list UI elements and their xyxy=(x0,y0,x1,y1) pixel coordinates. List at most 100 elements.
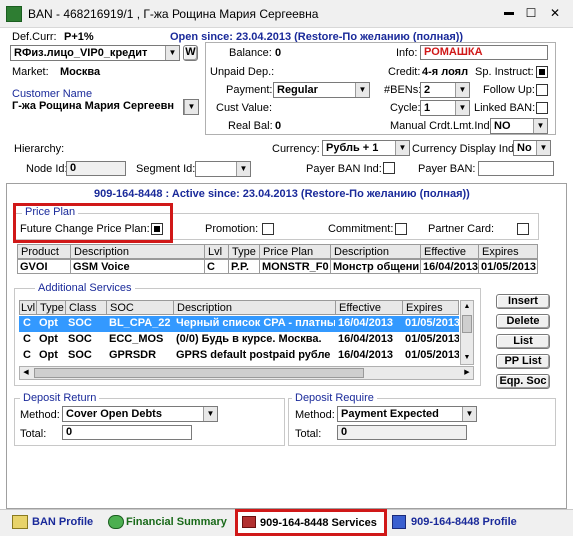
node-id-value: 0 xyxy=(70,162,77,174)
partner-card-checkbox[interactable] xyxy=(517,223,529,235)
manual-crdt-value: NO xyxy=(494,120,511,132)
scroll-thumb-h[interactable] xyxy=(34,368,364,378)
window-title: BAN - 468216919/1 , Г-жа Рощина Мария Се… xyxy=(28,7,319,21)
app-icon xyxy=(6,6,22,22)
payment-select[interactable]: Regular ▼ xyxy=(273,82,370,98)
pp-col-type: Type xyxy=(228,244,260,259)
promotion-label: Promotion: xyxy=(205,223,259,235)
tab-financial-summary-label: Financial Summary xyxy=(126,516,227,528)
as-col-description: Description xyxy=(173,300,336,315)
as-r0-class: SOC xyxy=(65,316,107,332)
payer-ban-field[interactable] xyxy=(478,161,554,176)
pp-cell-lvl: C xyxy=(204,259,229,274)
as-r2-lvl: C xyxy=(23,349,31,361)
eqp-soc-button[interactable]: Eqp. Soc xyxy=(496,374,550,389)
as-r0-effective: 16/04/2013 xyxy=(335,316,403,332)
pp-col-product: Product xyxy=(17,244,71,259)
deposit-return-method-label: Method: xyxy=(20,409,60,421)
list-button[interactable]: List xyxy=(496,334,550,349)
bens-select[interactable]: 2 ▼ xyxy=(420,82,470,98)
pp-cell-description-2: Монстр общени xyxy=(330,259,421,274)
vertical-scrollbar[interactable]: ▲ ▼ xyxy=(460,300,474,365)
pp-col-effective: Effective xyxy=(420,244,479,259)
node-id-label: Node Id: xyxy=(26,163,68,175)
deposit-return-title: Deposit Return xyxy=(20,392,100,404)
tab-profile[interactable]: 909-164-8448 Profile xyxy=(392,512,532,534)
as-r2-effective: 16/04/2013 xyxy=(338,349,394,361)
market-value: Москва xyxy=(60,66,101,78)
scroll-down-icon[interactable]: ▼ xyxy=(461,352,473,364)
maximize-button[interactable]: ☐ xyxy=(522,5,540,21)
as-r1-soc: ECC_MOS xyxy=(109,333,164,345)
w-button[interactable]: W xyxy=(183,45,198,61)
as-r2-soc: GPRSDR xyxy=(109,349,157,361)
deposit-require-total-field[interactable]: 0 xyxy=(337,425,467,440)
as-r0-soc: BL_CPA_22 xyxy=(106,316,174,332)
close-button[interactable]: ✕ xyxy=(546,5,564,21)
deposit-return-total-field[interactable]: 0 xyxy=(62,425,192,440)
bens-value: 2 xyxy=(424,84,431,96)
scroll-right-icon[interactable]: ▶ xyxy=(461,367,473,379)
cycle-select[interactable]: 1 ▼ xyxy=(420,100,470,116)
info-value: РОМАШКА xyxy=(424,46,483,58)
pp-col-lvl: Lvl xyxy=(204,244,229,259)
currency-display-select[interactable]: No ▼ xyxy=(513,140,551,156)
linked-ban-checkbox[interactable] xyxy=(536,102,548,114)
info-field[interactable]: РОМАШКА xyxy=(420,45,548,60)
manual-crdt-select[interactable]: NO ▼ xyxy=(490,118,548,134)
customer-name-select[interactable]: ▼ xyxy=(183,99,199,115)
chevron-down-icon: ▼ xyxy=(165,46,179,60)
deposit-require-total-label: Total: xyxy=(295,428,322,440)
scroll-left-icon[interactable]: ◀ xyxy=(20,367,32,379)
tab-financial-summary[interactable]: Financial Summary xyxy=(108,512,228,534)
as-col-lvl: Lvl xyxy=(19,300,37,315)
as-r0-expires: 01/05/2013 xyxy=(402,316,459,332)
cycle-value: 1 xyxy=(424,102,431,114)
currency-label: Currency: xyxy=(272,143,320,155)
tab-ban-profile[interactable]: BAN Profile xyxy=(10,512,102,534)
def-curr-label: Def.Curr: xyxy=(12,31,57,43)
chevron-down-icon: ▼ xyxy=(203,407,217,421)
deposit-return-method-value: Cover Open Debts xyxy=(66,408,162,420)
customer-name-value: Г-жа Рощина Мария Сергеевн xyxy=(12,100,175,112)
commitment-label: Commitment: xyxy=(328,223,394,235)
cycle-label: Cycle: xyxy=(390,102,421,114)
promotion-checkbox[interactable] xyxy=(262,223,274,235)
deposit-require-method-value: Payment Expected xyxy=(341,408,439,420)
minimize-button[interactable]: ▬ xyxy=(500,5,518,21)
as-r0-description: Черный список CPA - платны xyxy=(173,316,336,332)
additional-services-title: Additional Services xyxy=(35,282,135,294)
node-id-field[interactable]: 0 xyxy=(66,161,126,176)
unpaid-dep-label: Unpaid Dep.: xyxy=(210,66,275,78)
info-label: Info: xyxy=(396,47,418,59)
pp-list-button[interactable]: PP List xyxy=(496,354,550,369)
deposit-return-method-select[interactable]: Cover Open Debts ▼ xyxy=(62,406,218,422)
pp-cell-price-plan: MONSTR_F0 xyxy=(259,259,331,274)
horizontal-scrollbar[interactable]: ◀ ▶ xyxy=(19,366,474,380)
currency-select[interactable]: Рубль + 1 ▼ xyxy=(322,140,410,156)
sp-instruct-checkbox[interactable] xyxy=(536,66,548,78)
account-type-select[interactable]: RФиз.лицо_VIP0_кредит ▼ xyxy=(10,45,180,61)
bens-label: #BENs: xyxy=(384,84,422,96)
pp-col-price-plan: Price Plan xyxy=(259,244,331,259)
deposit-require-method-label: Method: xyxy=(295,409,335,421)
payer-ban-ind-checkbox[interactable] xyxy=(383,162,395,174)
commitment-checkbox[interactable] xyxy=(395,223,407,235)
pp-cell-description: GSM Voice xyxy=(70,259,205,274)
scroll-thumb[interactable] xyxy=(462,315,472,333)
currency-value: Рубль + 1 xyxy=(326,142,379,154)
deposit-require-method-select[interactable]: Payment Expected ▼ xyxy=(337,406,477,422)
as-col-class: Class xyxy=(65,300,107,315)
pp-col-description: Description xyxy=(70,244,205,259)
follow-up-checkbox[interactable] xyxy=(536,84,548,96)
segment-id-select[interactable]: ▼ xyxy=(195,161,251,177)
delete-button[interactable]: Delete xyxy=(496,314,550,329)
as-r1-description: (0/0) Будь в курсе. Москва. xyxy=(176,333,322,345)
future-change-highlight xyxy=(13,203,173,243)
tab-ban-profile-label: BAN Profile xyxy=(32,516,94,528)
as-r1-lvl: C xyxy=(23,333,31,345)
chevron-down-icon: ▼ xyxy=(533,119,547,133)
insert-button[interactable]: Insert xyxy=(496,294,550,309)
linked-ban-label: Linked BAN: xyxy=(474,102,536,114)
scroll-up-icon[interactable]: ▲ xyxy=(461,301,473,313)
